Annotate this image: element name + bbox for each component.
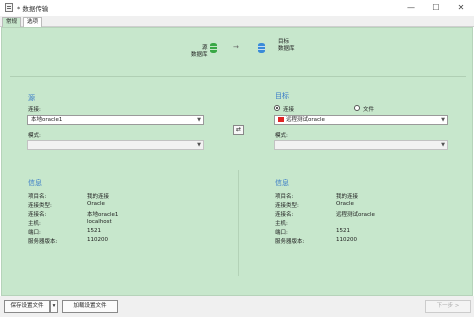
info-divider [238, 170, 239, 276]
source-info-value: localhost [87, 219, 112, 225]
source-banner-label-1: 源 [202, 45, 208, 51]
target-banner-label: 目标 数据库 [278, 39, 295, 53]
target-schema-select[interactable]: ▼ [274, 140, 448, 150]
source-info-key: 连接名: [28, 212, 47, 218]
chevron-down-icon: ▼ [197, 142, 201, 148]
source-connection-value: 本地oracle1 [31, 117, 63, 123]
target-info-value: 110200 [336, 237, 357, 243]
target-connection-radio-label: 连接 [283, 107, 295, 113]
target-info-key: 连接名: [275, 212, 294, 218]
target-info-value: 远程测试oracle [336, 212, 375, 218]
target-heading: 目标 [275, 92, 289, 100]
source-info-key: 项目名: [28, 194, 47, 200]
target-file-radio-label: 文件 [363, 107, 375, 113]
source-banner-label-2: 数据库 [191, 52, 208, 58]
transfer-banner: 源 数据库 → 目标 数据库 [2, 28, 472, 76]
close-button[interactable]: ✕ [450, 1, 472, 14]
source-info-value: 本地oracle1 [87, 212, 119, 218]
chevron-down-icon: ▼ [441, 142, 445, 148]
target-info-key: 连接类型: [275, 203, 299, 209]
tab-bar: 常规 选项 [0, 16, 474, 27]
source-schema-label: 模式: [28, 133, 41, 139]
target-schema-label: 模式: [275, 133, 288, 139]
save-settings-button[interactable]: 保存设置文件 [4, 300, 50, 313]
source-connection-select[interactable]: 本地oracle1 ▼ [27, 115, 204, 125]
main-panel: 源 数据库 → 目标 数据库 源 连接: 本地oracle1 ▼ 模式: ▼ ⇄… [1, 27, 473, 296]
target-banner-label-1: 目标 [278, 39, 290, 45]
source-schema-select[interactable]: ▼ [27, 140, 204, 150]
target-database-icon [258, 43, 265, 53]
source-info-key: 端口: [28, 230, 41, 236]
load-settings-button[interactable]: 加载设置文件 [62, 300, 118, 313]
target-banner-label-2: 数据库 [278, 46, 295, 52]
target-info-key: 项目名: [275, 194, 294, 200]
source-info-key: 连接类型: [28, 203, 52, 209]
footer-bar: 保存设置文件 ▾ 加载设置文件 下一步 > [0, 296, 474, 317]
source-info-key: 服务器版本: [28, 239, 58, 245]
maximize-button[interactable]: ☐ [425, 1, 447, 14]
target-connection-select[interactable]: 远程测试oracle ▼ [274, 115, 448, 125]
source-info-value: 我的连接 [87, 194, 110, 200]
target-info-value: 1521 [336, 228, 350, 234]
arrow-right-icon: → [233, 43, 239, 51]
chevron-down-icon: ▼ [197, 117, 201, 123]
minimize-button[interactable]: — [400, 1, 422, 14]
banner-divider [10, 76, 466, 77]
target-info-heading: 信息 [275, 179, 289, 187]
source-database-icon [210, 43, 217, 53]
target-connection-value: 远程测试oracle [286, 117, 325, 123]
source-info-key: 主机: [28, 221, 41, 227]
source-info-value: 110200 [87, 237, 108, 243]
source-connection-label: 连接: [28, 107, 41, 113]
window-title: * 数据传输 [17, 5, 49, 13]
app-icon [5, 3, 13, 12]
target-info-key: 服务器版本: [275, 239, 305, 245]
tab-general[interactable]: 常规 [2, 17, 22, 27]
next-button[interactable]: 下一步 > [425, 300, 471, 313]
source-info-heading: 信息 [28, 179, 42, 187]
source-heading: 源 [28, 94, 35, 102]
title-bar: * 数据传输 — ☐ ✕ [0, 0, 474, 16]
target-info-value: Oracle [336, 201, 354, 207]
oracle-icon [278, 117, 284, 122]
target-info-key: 端口: [275, 230, 288, 236]
chevron-down-icon: ▼ [441, 117, 445, 123]
source-info-value: 1521 [87, 228, 101, 234]
source-info-value: Oracle [87, 201, 105, 207]
save-settings-dropdown-button[interactable]: ▾ [50, 300, 58, 313]
target-file-radio[interactable] [354, 105, 360, 111]
target-info-value: 我的连接 [336, 194, 359, 200]
target-connection-radio[interactable] [274, 105, 280, 111]
swap-button[interactable]: ⇄ [233, 125, 244, 135]
source-banner-label: 源 数据库 [191, 45, 208, 59]
tab-options[interactable]: 选项 [23, 17, 43, 27]
target-info-key: 主机: [275, 221, 288, 227]
